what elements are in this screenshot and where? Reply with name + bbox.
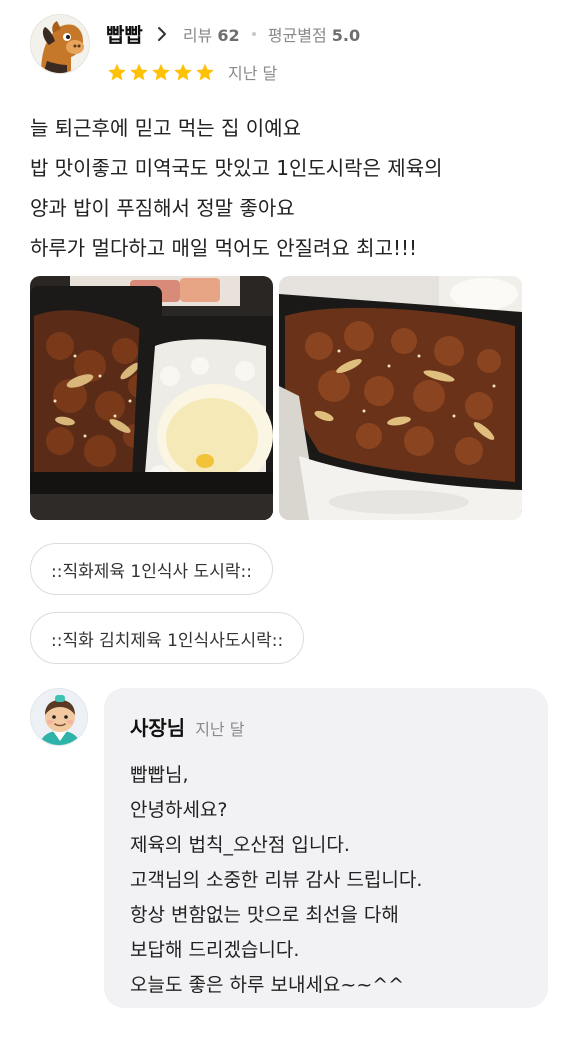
review-text-line: 양과 밥이 푸짐해서 정말 좋아요: [30, 196, 295, 220]
review-text-line: 늘 퇴근후에 믿고 먹는 집 이예요: [30, 116, 301, 140]
review-photo-1[interactable]: [30, 276, 273, 520]
food-photo-image: [279, 276, 522, 520]
review-time: 지난 달: [228, 64, 278, 83]
user-avatar[interactable]: [30, 14, 90, 74]
username[interactable]: 빱빱: [106, 19, 143, 48]
chevron-right-icon[interactable]: [153, 25, 171, 43]
reply-text-line: 고객님의 소중한 리뷰 감사 드립니다.: [130, 869, 423, 891]
star-icon: [130, 63, 148, 80]
reply-text-line: 항상 변함없는 맛으로 최선을 다해: [130, 904, 399, 926]
star-icon: [174, 63, 192, 80]
review-count-value: 62: [217, 25, 240, 45]
average-rating-value: 5.0: [331, 25, 361, 45]
star-rating: [106, 62, 216, 83]
menu-tag[interactable]: ::직화제육 1인식사 도시락::: [30, 543, 273, 595]
horse-avatar-icon: [31, 15, 89, 73]
reply-text-line: 제육의 법칙_오산점 입니다.: [130, 834, 350, 856]
review-text-line: 밥 맛이좋고 미역국도 맛있고 1인도시락은 제육의: [30, 156, 443, 180]
separator-dot: [251, 32, 256, 36]
reply-text-line: 안녕하세요?: [130, 799, 228, 821]
star-icon: [196, 63, 214, 80]
review-photo-2[interactable]: [279, 276, 522, 520]
menu-tag[interactable]: ::직화 김치제육 1인식사도시락::: [30, 612, 305, 664]
review-text-line: 하루가 멀다하고 매일 먹어도 안질려요 최고!!!: [30, 236, 418, 260]
review-text: 늘 퇴근후에 믿고 먹는 집 이예요 밥 맛이좋고 미역국도 맛있고 1인도시락…: [30, 108, 552, 268]
review-header: 빱빱 리뷰 62 평균별점 5.0 지난 달: [30, 14, 550, 83]
food-photo-image: [30, 276, 273, 520]
reply-header: 사장님 지난 달: [130, 712, 244, 741]
reply-text-line: 오늘도 좋은 하루 보내세요~~^^: [130, 974, 405, 996]
average-rating-label: 평균별점: [267, 25, 327, 45]
reply-text: 빱빱님, 안녕하세요? 제육의 법칙_오산점 입니다. 고객님의 소중한 리뷰 …: [130, 758, 540, 1003]
reply-text-line: 빱빱님,: [130, 764, 189, 786]
star-icon: [152, 63, 170, 80]
review-count-meta: 리뷰 62 평균별점 5.0: [183, 22, 360, 46]
user-info-line: 빱빱 리뷰 62 평균별점 5.0: [106, 19, 360, 48]
reply-time: 지난 달: [195, 720, 245, 739]
review-photos: [30, 276, 522, 520]
owner-reply: 사장님 지난 달 빱빱님, 안녕하세요? 제육의 법칙_오산점 입니다. 고객님…: [104, 688, 548, 1008]
rating-line: 지난 달: [106, 60, 277, 84]
star-icon: [108, 63, 126, 80]
reply-author: 사장님: [130, 716, 186, 740]
review-count-label: 리뷰: [182, 25, 213, 45]
reply-text-line: 보답해 드리겠습니다.: [130, 939, 300, 961]
chef-avatar-icon: [31, 689, 87, 745]
owner-avatar: [30, 688, 88, 746]
